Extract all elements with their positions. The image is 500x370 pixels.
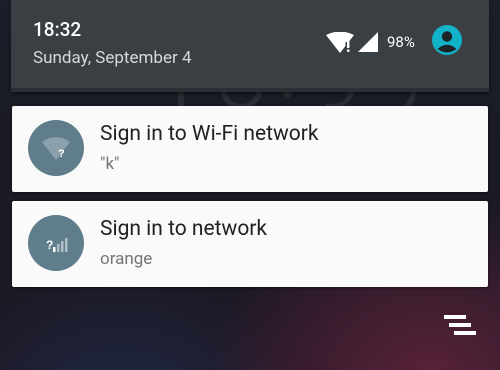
battery-percent: 98% xyxy=(387,33,415,51)
wifi-question-icon xyxy=(326,32,354,53)
wifi-question-icon: ? xyxy=(28,120,84,176)
status-time: 18:32 xyxy=(33,18,82,41)
status-date[interactable]: Sunday, September 4 xyxy=(33,48,192,68)
notification-wifi-sign-in[interactable]: ? Sign in to Wi-Fi network "k" xyxy=(12,106,488,192)
header-divider xyxy=(11,88,489,92)
clear-all-icon[interactable] xyxy=(444,313,478,341)
notification-title: Sign in to network xyxy=(100,217,268,241)
cell-signal-icon xyxy=(358,32,378,52)
svg-text:?: ? xyxy=(58,148,65,160)
svg-text:?: ? xyxy=(46,238,53,252)
user-avatar-icon[interactable] xyxy=(432,25,462,55)
cellular-question-icon: ? xyxy=(28,215,84,271)
quick-settings-header[interactable]: 18:32 Sunday, September 4 98% xyxy=(11,0,489,92)
notification-network-sign-in[interactable]: ? Sign in to network orange xyxy=(12,201,488,287)
notification-subtitle: "k" xyxy=(100,154,120,174)
notification-title: Sign in to Wi-Fi network xyxy=(100,122,319,146)
notification-subtitle: orange xyxy=(100,249,153,269)
